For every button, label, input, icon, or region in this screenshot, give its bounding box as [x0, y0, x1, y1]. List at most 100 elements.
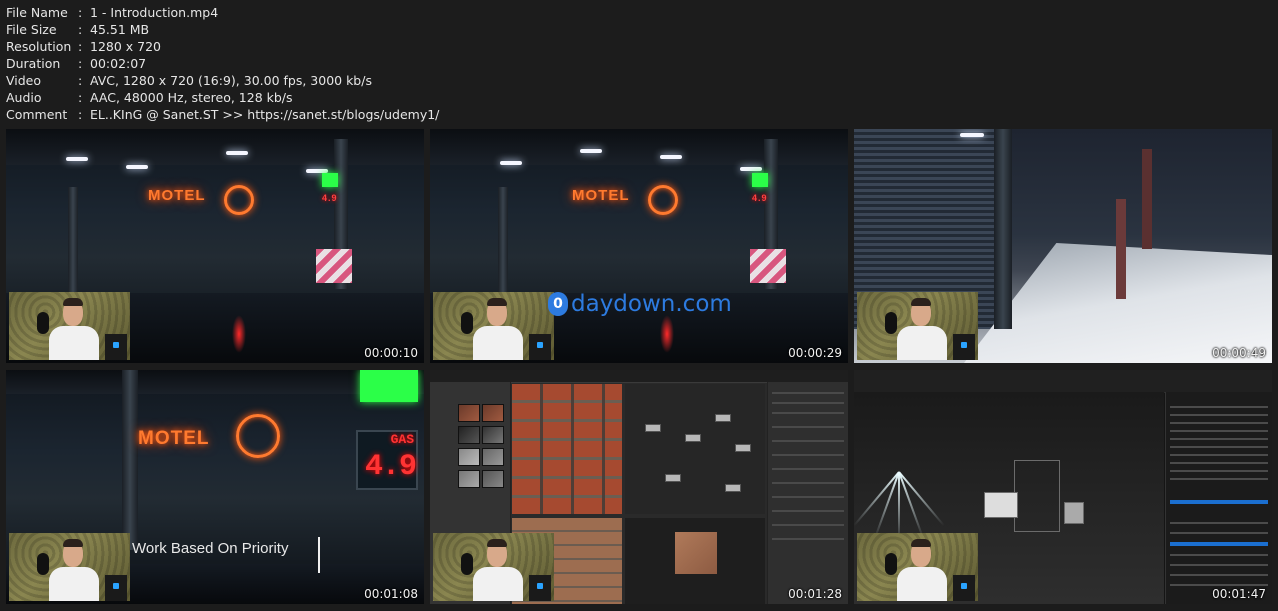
presenter-hair [487, 539, 507, 547]
presenter-hair [63, 539, 83, 547]
laptop-icon [105, 575, 127, 601]
file-info-separator: : [78, 22, 83, 37]
material-swatch [458, 404, 480, 422]
file-info: File Name : 1 - Introduction.mp4 File Si… [6, 4, 439, 123]
video-thumbnail-1: MOTEL 4.9 00:00:10 [6, 129, 424, 363]
microphone-icon [885, 553, 897, 575]
webcam-overlay [433, 292, 554, 360]
material-swatch [482, 470, 504, 488]
outliner-row [1170, 406, 1268, 408]
presenter-hair [487, 298, 507, 306]
support-pillar [498, 187, 508, 297]
file-size-value: 45.51 MB [90, 22, 150, 37]
light-ray [898, 471, 924, 539]
lamp-post [994, 129, 1012, 329]
outliner-row [1170, 414, 1268, 416]
details-row [1170, 574, 1268, 576]
file-info-separator: : [78, 73, 83, 88]
2d-view [625, 518, 765, 604]
rusty-pole [1142, 149, 1152, 249]
file-info-key: Video [6, 73, 42, 88]
video-value: AVC, 1280 x 720 (16:9), 30.00 fps, 3000 … [90, 73, 372, 88]
duration-value: 00:02:07 [90, 56, 147, 71]
presenter-body [897, 326, 947, 360]
details-row [1170, 554, 1268, 556]
neon-car-sign [648, 185, 678, 215]
thumbnail-timestamp: 00:00:10 [364, 346, 418, 360]
property-row [772, 496, 844, 498]
watermark: 0 daydown.com [548, 291, 732, 317]
ceiling-light [126, 165, 148, 169]
file-info-row: File Size : 45.51 MB [6, 21, 439, 38]
ceiling-light [740, 167, 762, 171]
presenter-body [49, 567, 99, 601]
caption-cursor-bar [318, 537, 320, 573]
laptop-icon [953, 334, 975, 360]
price-sign: 4.9 [752, 193, 768, 203]
property-row [772, 538, 844, 540]
price-sign: 4.9 [322, 193, 338, 203]
details-row [1170, 584, 1268, 586]
material-swatch [482, 426, 504, 444]
street-lamp [960, 133, 984, 137]
material-swatch [482, 448, 504, 466]
neon-reflection [660, 315, 674, 353]
property-row [772, 440, 844, 442]
microphone-icon [461, 312, 473, 334]
presenter-hair [911, 539, 931, 547]
details-row [1170, 522, 1268, 524]
light-ray [854, 471, 900, 527]
laptop-icon [529, 575, 551, 601]
mesh-cube [984, 492, 1018, 518]
motel-neon-sign: MOTEL [572, 187, 630, 204]
ceiling-light [226, 151, 248, 155]
graph-node [645, 424, 661, 432]
microphone-icon [461, 553, 473, 575]
file-info-separator: : [78, 90, 83, 105]
details-row [1170, 532, 1268, 534]
brick-texture-preview [512, 384, 622, 514]
webcam-overlay [433, 533, 554, 601]
graph-node [725, 484, 741, 492]
watermark-text: daydown.com [571, 291, 732, 317]
gas-label: GAS [390, 432, 414, 447]
presenter-body [897, 567, 947, 601]
neon-car-sign [236, 414, 280, 458]
ceiling-light [660, 155, 682, 159]
property-row [772, 454, 844, 456]
gas-price: 4.9 [364, 450, 417, 484]
material-swatch [458, 448, 480, 466]
rusty-sign-post [1116, 199, 1126, 299]
node-graph [625, 384, 765, 514]
presenter-body [473, 326, 523, 360]
wireframe-box [1014, 460, 1060, 532]
property-row [772, 426, 844, 428]
file-name-value: 1 - Introduction.mp4 [90, 5, 219, 20]
microphone-icon [37, 312, 49, 334]
ceiling-light [500, 161, 522, 165]
property-row [772, 510, 844, 512]
outliner-panel [1165, 392, 1272, 604]
graph-node [665, 474, 681, 482]
webcam-overlay [9, 292, 130, 360]
presenter-hair [911, 298, 931, 306]
video-thumbnail-2: MOTEL 4.9 0 daydown.com 00:00:29 [430, 129, 848, 363]
property-row [772, 412, 844, 414]
video-thumbnail-5: 00:01:28 [430, 370, 848, 604]
editor-toolbar [854, 370, 1272, 393]
green-sign [752, 173, 768, 187]
file-info-key: Resolution [6, 39, 72, 54]
graph-node [715, 414, 731, 422]
light-ray [874, 471, 900, 539]
material-swatch [482, 404, 504, 422]
presenter-hair [63, 298, 83, 306]
green-sign [360, 370, 418, 402]
webcam-overlay [857, 533, 978, 601]
light-ray [898, 471, 945, 527]
material-swatch [458, 470, 480, 488]
outliner-row [1170, 438, 1268, 440]
audio-value: AAC, 48000 Hz, stereo, 128 kb/s [90, 90, 293, 105]
video-thumbnail-6: 00:01:47 [854, 370, 1272, 604]
striped-barrier [750, 249, 786, 283]
outliner-row [1170, 454, 1268, 456]
